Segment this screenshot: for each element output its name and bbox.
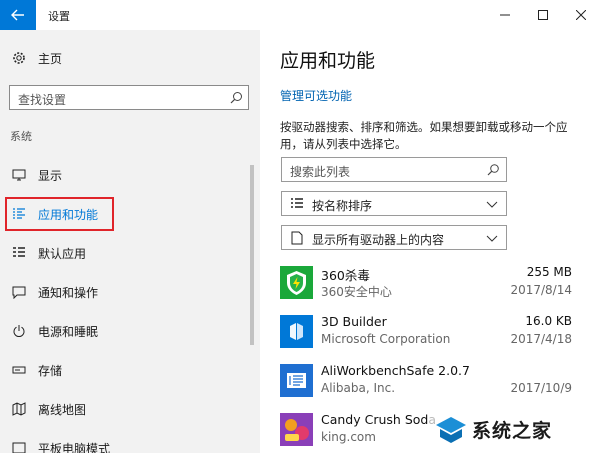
sidebar-item-label: 离线地图: [38, 402, 87, 417]
watermark: 系统之家: [428, 409, 600, 453]
notification-icon: [11, 284, 27, 300]
sidebar-item-tablet-mode[interactable]: 平板电脑模式: [0, 430, 250, 453]
app-name: 360杀毒: [321, 268, 370, 283]
search-placeholder: 查找设置: [18, 93, 67, 107]
app-list-item[interactable]: 360杀毒 360安全中心 255 MB 2017/8/14: [278, 262, 578, 306]
sidebar-item-label: 存储: [38, 363, 63, 378]
power-icon: [11, 323, 27, 339]
drive-filter-dropdown[interactable]: 显示所有驱动器上的内容: [281, 225, 507, 250]
app-name: Candy Crush Soda: [321, 412, 436, 427]
back-arrow-icon: [11, 9, 24, 21]
app-publisher: 360安全中心: [321, 285, 392, 299]
close-icon: [576, 10, 586, 20]
monitor-icon: [11, 167, 27, 183]
app-publisher: Microsoft Corporation: [321, 332, 451, 346]
app-name: AliWorkbenchSafe 2.0.7: [321, 363, 470, 378]
candy-icon: [280, 413, 313, 446]
sidebar-item-label: 平板电脑模式: [38, 441, 111, 453]
shield-icon: [280, 266, 313, 299]
gear-icon: [11, 50, 27, 66]
app-search-input[interactable]: 搜索此列表: [281, 157, 507, 182]
app-install-date: 2017/8/14: [510, 283, 572, 297]
app-search-placeholder: 搜索此列表: [290, 165, 351, 179]
watermark-text: 系统之家: [472, 420, 553, 442]
minimize-icon: [500, 14, 510, 16]
drive-icon: [291, 231, 303, 248]
sidebar-item-label: 默认应用: [38, 246, 87, 261]
sidebar-item-storage[interactable]: 存储: [0, 352, 250, 388]
workbench-icon: [280, 364, 313, 397]
sidebar-item-label: 显示: [38, 168, 63, 183]
close-button[interactable]: [562, 0, 600, 30]
storage-icon: [11, 362, 27, 378]
watermark-logo-icon: [436, 417, 466, 443]
map-icon: [11, 401, 27, 417]
back-button[interactable]: [0, 0, 36, 30]
sidebar-scrollbar[interactable]: [250, 165, 254, 345]
drive-filter-label: 显示所有驱动器上的内容: [312, 233, 445, 247]
description-text: 按驱动器搜索、排序和筛选。如果想要卸载或移动一个应用，请从列表中选择它。: [280, 120, 568, 151]
tablet-icon: [11, 440, 27, 453]
sidebar: 主页 查找设置 系统 显示 应用和功能 默认应用 通知和操作 电源和睡眠 存储 …: [0, 30, 260, 453]
app-size: 255 MB: [526, 265, 572, 279]
settings-search-input[interactable]: 查找设置: [9, 85, 249, 110]
sort-icon: [290, 198, 304, 213]
sort-dropdown[interactable]: 按名称排序: [281, 191, 507, 216]
sidebar-item-power[interactable]: 电源和睡眠: [0, 313, 250, 349]
sidebar-item-label: 通知和操作: [38, 285, 99, 300]
cube-icon: [280, 315, 313, 348]
app-list-item[interactable]: 3D Builder Microsoft Corporation 16.0 KB…: [278, 311, 578, 355]
title-bar: 设置: [0, 0, 600, 30]
app-publisher: Alibaba, Inc.: [321, 381, 396, 395]
chevron-down-icon: [486, 198, 498, 210]
default-apps-icon: [11, 245, 27, 261]
manage-optional-features-link[interactable]: 管理可选功能: [280, 87, 352, 104]
search-icon: [228, 90, 244, 106]
search-icon: [486, 163, 499, 176]
window-title: 设置: [48, 10, 70, 23]
sidebar-item-label: 电源和睡眠: [38, 324, 99, 339]
app-size: 16.0 KB: [525, 314, 572, 328]
app-name: 3D Builder: [321, 314, 387, 329]
maximize-button[interactable]: [524, 0, 562, 30]
sidebar-item-home[interactable]: 主页: [0, 40, 250, 76]
app-list-item[interactable]: AliWorkbenchSafe 2.0.7 Alibaba, Inc. 201…: [278, 360, 578, 404]
sidebar-item-notifications[interactable]: 通知和操作: [0, 274, 250, 310]
app-install-date: 2017/4/18: [510, 332, 572, 346]
main-content: 应用和功能 管理可选功能 按驱动器搜索、排序和筛选。如果想要卸载或移动一个应用，…: [260, 30, 600, 453]
page-title: 应用和功能: [280, 50, 376, 72]
section-label: 系统: [10, 130, 32, 143]
sort-label: 按名称排序: [312, 199, 373, 213]
maximize-icon: [538, 10, 548, 20]
minimize-button[interactable]: [486, 0, 524, 30]
selection-highlight: [5, 197, 114, 231]
sidebar-item-offline-maps[interactable]: 离线地图: [0, 391, 250, 427]
app-publisher: king.com: [321, 430, 376, 444]
sidebar-item-display[interactable]: 显示: [0, 157, 250, 193]
sidebar-home-label: 主页: [38, 51, 63, 66]
sidebar-item-default-apps[interactable]: 默认应用: [0, 235, 250, 271]
chevron-down-icon: [486, 232, 498, 244]
app-install-date: 2017/10/9: [510, 381, 572, 395]
